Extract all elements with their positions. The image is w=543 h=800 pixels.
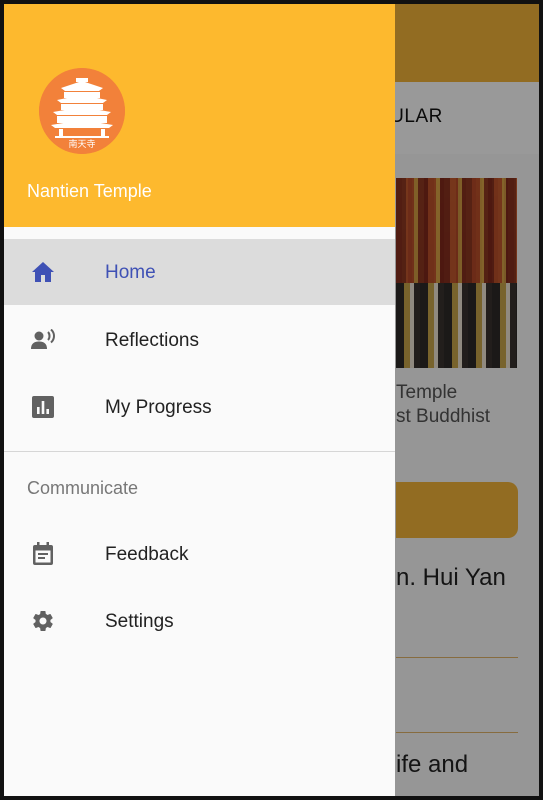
nav-item-settings[interactable]: Settings: [4, 588, 395, 654]
nav-item-my-progress[interactable]: My Progress: [4, 374, 395, 440]
nav-item-label: Feedback: [105, 544, 189, 565]
drawer-title: Nantien Temple: [27, 181, 152, 201]
logo-text: 南天寺: [68, 138, 95, 150]
drawer-divider: [4, 451, 395, 452]
section-header-communicate: Communicate: [27, 478, 139, 498]
nav-item-feedback[interactable]: Feedback: [4, 521, 395, 587]
nav-item-label: Home: [105, 262, 156, 283]
screen: PULAR Temple st Buddhist n. Hui Yan ife …: [4, 4, 539, 796]
record-voice-icon: [30, 328, 56, 352]
drawer-header: 南天寺 Nantien Temple: [4, 4, 395, 227]
temple-logo: 南天寺: [39, 68, 125, 154]
gear-icon: [30, 609, 56, 633]
nav-item-label: Reflections: [105, 330, 199, 351]
device-frame: PULAR Temple st Buddhist n. Hui Yan ife …: [0, 0, 543, 800]
home-icon: [30, 260, 56, 284]
calendar-note-icon: [30, 542, 56, 566]
nav-item-label: Settings: [105, 611, 174, 632]
nav-item-label: My Progress: [105, 397, 212, 418]
navigation-drawer: 南天寺 Nantien Temple Home Reflections My P…: [4, 4, 395, 796]
bar-chart-icon: [30, 395, 56, 419]
nav-item-home[interactable]: Home: [4, 239, 395, 305]
pagoda-icon: 南天寺: [39, 68, 125, 154]
nav-item-reflections[interactable]: Reflections: [4, 307, 395, 373]
